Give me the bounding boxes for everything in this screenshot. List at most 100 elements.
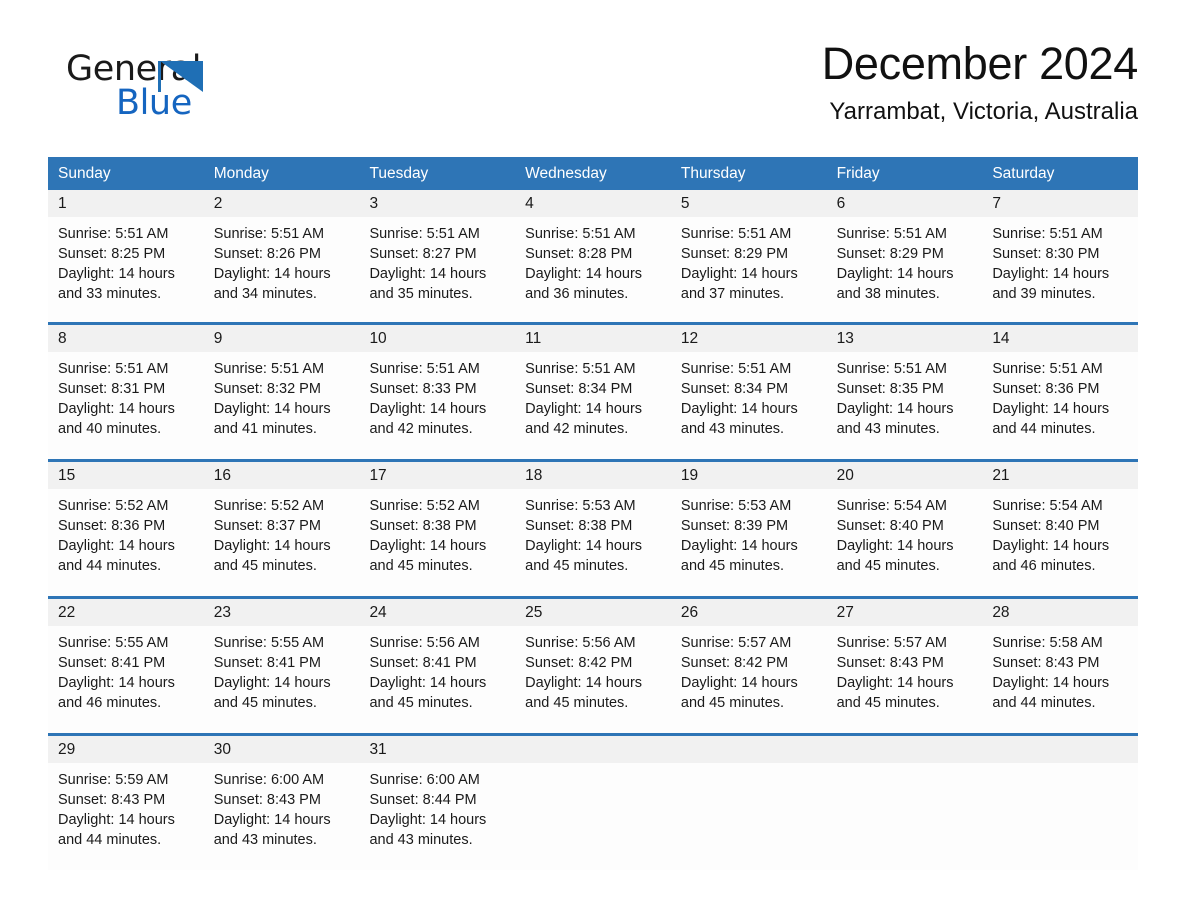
day-cell[interactable]: Sunrise: 5:57 AM Sunset: 8:42 PM Dayligh…	[671, 626, 827, 733]
day-cell[interactable]: Sunrise: 5:51 AM Sunset: 8:33 PM Dayligh…	[359, 352, 515, 459]
sunset-text: Sunset: 8:26 PM	[213, 246, 321, 262]
sunset-text: Sunset: 8:27 PM	[369, 246, 477, 262]
day-cell-empty	[982, 763, 1138, 870]
daylight-line1: Daylight: 14 hours	[58, 401, 175, 417]
day-number[interactable]: 5	[671, 190, 827, 217]
day-detail-row: Sunrise: 5:51 AM Sunset: 8:31 PM Dayligh…	[48, 352, 1138, 459]
daylight-line2: and 43 minutes.	[680, 421, 785, 437]
day-number[interactable]: 13	[827, 325, 983, 352]
day-cell[interactable]: Sunrise: 5:53 AM Sunset: 8:38 PM Dayligh…	[515, 489, 671, 596]
day-number[interactable]: 9	[204, 325, 360, 352]
sunset-text: Sunset: 8:38 PM	[525, 518, 633, 534]
day-cell[interactable]: Sunrise: 5:51 AM Sunset: 8:35 PM Dayligh…	[827, 352, 983, 459]
day-number[interactable]: 26	[671, 599, 827, 626]
day-number-empty	[827, 736, 983, 763]
day-number[interactable]: 20	[827, 462, 983, 489]
day-cell[interactable]: Sunrise: 6:00 AM Sunset: 8:44 PM Dayligh…	[359, 763, 515, 870]
day-number[interactable]: 12	[671, 325, 827, 352]
day-number[interactable]: 10	[359, 325, 515, 352]
day-cell[interactable]: Sunrise: 5:54 AM Sunset: 8:40 PM Dayligh…	[982, 489, 1138, 596]
day-cell[interactable]: Sunrise: 5:55 AM Sunset: 8:41 PM Dayligh…	[48, 626, 204, 733]
day-cell[interactable]: Sunrise: 5:51 AM Sunset: 8:25 PM Dayligh…	[48, 217, 204, 322]
day-cell[interactable]: Sunrise: 5:51 AM Sunset: 8:27 PM Dayligh…	[359, 217, 515, 322]
day-cell[interactable]: Sunrise: 5:51 AM Sunset: 8:36 PM Dayligh…	[982, 352, 1138, 459]
day-number[interactable]: 6	[827, 190, 983, 217]
day-number[interactable]: 11	[515, 325, 671, 352]
day-cell[interactable]: Sunrise: 5:58 AM Sunset: 8:43 PM Dayligh…	[982, 626, 1138, 733]
general-blue-logo: General Blue	[56, 52, 286, 136]
sunset-text: Sunset: 8:42 PM	[525, 655, 633, 671]
sunrise-text: Sunrise: 5:51 AM	[58, 226, 169, 242]
sunset-text: Sunset: 8:29 PM	[680, 246, 789, 262]
day-number[interactable]: 23	[204, 599, 360, 626]
day-number[interactable]: 30	[204, 736, 360, 763]
day-number[interactable]: 2	[204, 190, 360, 217]
day-cell[interactable]: Sunrise: 5:51 AM Sunset: 8:28 PM Dayligh…	[515, 217, 671, 322]
day-number[interactable]: 18	[515, 462, 671, 489]
weekday-header-tuesday: Tuesday	[369, 165, 429, 182]
daylight-line1: Daylight: 14 hours	[369, 266, 487, 282]
day-cell[interactable]: Sunrise: 5:54 AM Sunset: 8:40 PM Dayligh…	[827, 489, 983, 596]
day-cell[interactable]: Sunrise: 5:51 AM Sunset: 8:29 PM Dayligh…	[827, 217, 983, 322]
day-cell[interactable]: Sunrise: 6:00 AM Sunset: 8:43 PM Dayligh…	[204, 763, 360, 870]
sunset-text: Sunset: 8:44 PM	[369, 792, 477, 808]
sunrise-text: Sunrise: 5:56 AM	[369, 635, 480, 651]
day-number[interactable]: 8	[48, 325, 204, 352]
calendar-week-row: 8 9 10 11 12 13 14 Sunrise: 5:51 AM Suns…	[48, 322, 1138, 459]
daylight-line2: and 34 minutes.	[213, 286, 317, 302]
day-number[interactable]: 21	[982, 462, 1138, 489]
day-cell[interactable]: Sunrise: 5:52 AM Sunset: 8:38 PM Dayligh…	[359, 489, 515, 596]
calendar-week-row: 15 16 17 18 19 20 21 Sunrise: 5:52 AM Su…	[48, 459, 1138, 596]
day-number[interactable]: 3	[359, 190, 515, 217]
sunrise-text: Sunrise: 5:51 AM	[369, 226, 480, 242]
day-cell[interactable]: Sunrise: 5:51 AM Sunset: 8:34 PM Dayligh…	[671, 352, 827, 459]
sunset-text: Sunset: 8:35 PM	[836, 381, 944, 397]
day-number[interactable]: 17	[359, 462, 515, 489]
day-number[interactable]: 31	[359, 736, 515, 763]
day-number[interactable]: 1	[48, 190, 204, 217]
day-number[interactable]: 27	[827, 599, 983, 626]
day-number[interactable]: 24	[359, 599, 515, 626]
day-cell[interactable]: Sunrise: 5:59 AM Sunset: 8:43 PM Dayligh…	[48, 763, 204, 870]
daylight-line1: Daylight: 14 hours	[525, 401, 643, 417]
daylight-line2: and 44 minutes.	[58, 558, 162, 574]
day-cell[interactable]: Sunrise: 5:56 AM Sunset: 8:42 PM Dayligh…	[515, 626, 671, 733]
daylight-line2: and 45 minutes.	[213, 558, 317, 574]
sunset-text: Sunset: 8:41 PM	[58, 655, 166, 671]
day-cell[interactable]: Sunrise: 5:52 AM Sunset: 8:36 PM Dayligh…	[48, 489, 204, 596]
day-number[interactable]: 28	[982, 599, 1138, 626]
day-number[interactable]: 14	[982, 325, 1138, 352]
day-cell[interactable]: Sunrise: 5:51 AM Sunset: 8:26 PM Dayligh…	[204, 217, 360, 322]
day-cell[interactable]: Sunrise: 5:53 AM Sunset: 8:39 PM Dayligh…	[671, 489, 827, 596]
day-cell[interactable]: Sunrise: 5:52 AM Sunset: 8:37 PM Dayligh…	[204, 489, 360, 596]
day-number[interactable]: 19	[671, 462, 827, 489]
day-cell[interactable]: Sunrise: 5:51 AM Sunset: 8:34 PM Dayligh…	[515, 352, 671, 459]
day-number[interactable]: 4	[515, 190, 671, 217]
daylight-line2: and 45 minutes.	[680, 695, 785, 711]
day-number[interactable]: 22	[48, 599, 204, 626]
day-cell[interactable]: Sunrise: 5:51 AM Sunset: 8:31 PM Dayligh…	[48, 352, 204, 459]
sunset-text: Sunset: 8:43 PM	[58, 792, 166, 808]
daylight-line1: Daylight: 14 hours	[58, 266, 175, 282]
daylight-line2: and 46 minutes.	[58, 695, 162, 711]
day-cell[interactable]: Sunrise: 5:56 AM Sunset: 8:41 PM Dayligh…	[359, 626, 515, 733]
day-cell[interactable]: Sunrise: 5:57 AM Sunset: 8:43 PM Dayligh…	[827, 626, 983, 733]
sunrise-text: Sunrise: 5:51 AM	[992, 226, 1103, 242]
day-number[interactable]: 16	[204, 462, 360, 489]
sunset-text: Sunset: 8:29 PM	[836, 246, 944, 262]
daylight-line1: Daylight: 14 hours	[369, 538, 487, 554]
day-number[interactable]: 7	[982, 190, 1138, 217]
day-cell[interactable]: Sunrise: 5:55 AM Sunset: 8:41 PM Dayligh…	[204, 626, 360, 733]
day-number[interactable]: 29	[48, 736, 204, 763]
daylight-line1: Daylight: 14 hours	[680, 401, 798, 417]
day-number[interactable]: 25	[515, 599, 671, 626]
day-cell[interactable]: Sunrise: 5:51 AM Sunset: 8:29 PM Dayligh…	[671, 217, 827, 322]
daylight-line1: Daylight: 14 hours	[369, 675, 487, 691]
day-number[interactable]: 15	[48, 462, 204, 489]
day-cell[interactable]: Sunrise: 5:51 AM Sunset: 8:32 PM Dayligh…	[204, 352, 360, 459]
sunset-text: Sunset: 8:25 PM	[58, 246, 166, 262]
day-cell[interactable]: Sunrise: 5:51 AM Sunset: 8:30 PM Dayligh…	[982, 217, 1138, 322]
weekday-header-saturday: Saturday	[992, 165, 1055, 182]
daylight-line2: and 37 minutes.	[680, 286, 785, 302]
daylight-line2: and 45 minutes.	[836, 558, 940, 574]
